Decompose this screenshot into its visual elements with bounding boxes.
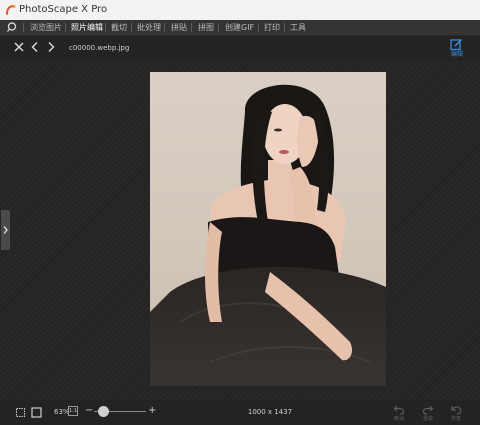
menu-item-print[interactable]: 打印 (264, 20, 280, 35)
editor-toolbar: c00000.webp.jpg 编辑 (0, 36, 480, 60)
side-panel-toggle[interactable] (1, 210, 10, 250)
undo-button[interactable]: 撤消 (390, 403, 408, 423)
edit-label: 编辑 (450, 51, 463, 58)
revert-label: 恢复 (450, 416, 461, 422)
menu-separator (258, 23, 259, 32)
menu-separator (164, 23, 165, 32)
menu-bar: 浏览图片 照片编辑 截切 批处理 拼贴 拼图 创建GIF 打印 工具 (0, 20, 480, 36)
menu-item-combine[interactable]: 拼图 (198, 20, 214, 35)
menu-item-browse[interactable]: 浏览图片 (30, 20, 62, 35)
revert-button[interactable]: 恢复 (447, 403, 465, 423)
undo-icon (393, 405, 405, 415)
menu-item-gif[interactable]: 创建GIF (225, 20, 254, 35)
menu-separator (105, 23, 106, 32)
menu-item-batch[interactable]: 批处理 (137, 20, 161, 35)
undo-label: 撤消 (393, 416, 404, 422)
image-canvas[interactable] (0, 60, 480, 400)
chevron-left-icon[interactable] (29, 41, 41, 53)
title-bar: PhotoScape X Pro (0, 0, 480, 20)
file-name: c00000.webp.jpg (69, 44, 130, 52)
menu-item-tools[interactable]: 工具 (290, 20, 306, 35)
photo-preview (150, 72, 386, 386)
search-icon[interactable] (6, 21, 18, 33)
edit-button[interactable]: 编辑 (446, 37, 468, 59)
redo-button[interactable]: 重做 (419, 403, 437, 423)
menu-separator (218, 23, 219, 32)
revert-icon (451, 406, 462, 415)
app-logo-icon (6, 5, 16, 15)
menu-separator (284, 23, 285, 32)
menu-separator (131, 23, 132, 32)
image-dimensions: 1000 x 1437 (247, 408, 293, 416)
menu-separator (191, 23, 192, 32)
edit-icon (450, 38, 463, 51)
menu-separator (65, 23, 66, 32)
menu-item-photo-edit[interactable]: 照片编辑 (71, 20, 103, 35)
redo-icon (422, 405, 434, 415)
menu-item-collage[interactable]: 拼贴 (171, 20, 187, 35)
menu-item-cut[interactable]: 截切 (111, 20, 127, 35)
app-title: PhotoScape X Pro (19, 4, 108, 15)
redo-label: 重做 (422, 416, 433, 422)
close-icon[interactable] (13, 41, 25, 53)
portrait-illustration (150, 84, 386, 386)
chevron-right-icon (3, 226, 8, 234)
status-bar: 63% 1:1 − + 1000 x 1437 撤消 重做 恢复 (0, 400, 480, 425)
menu-separator (23, 23, 24, 32)
chevron-right-icon[interactable] (45, 41, 57, 53)
